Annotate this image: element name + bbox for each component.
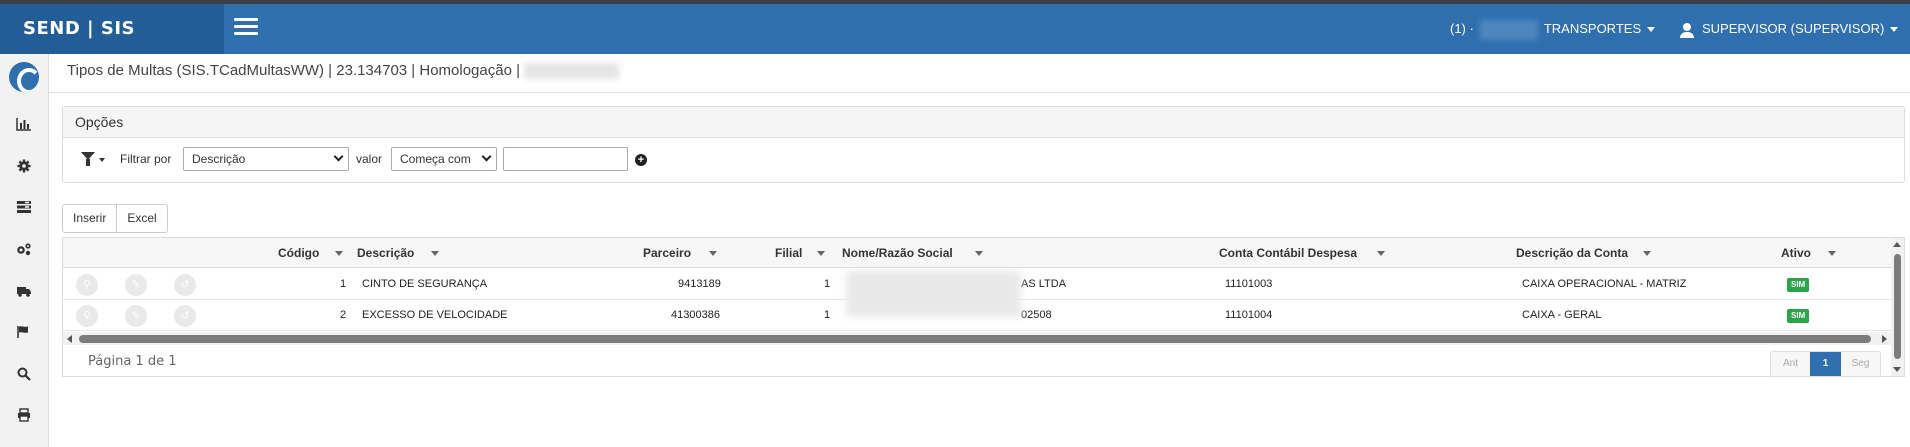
col-descricao[interactable]: Descrição: [357, 238, 414, 268]
chevron-down-icon: [333, 151, 344, 162]
sort-icon[interactable]: [1828, 251, 1836, 256]
list-icon[interactable]: [14, 199, 34, 219]
filter-row: Filtrar por Descrição valor Começa com +: [63, 147, 1904, 173]
col-nome[interactable]: Nome/Razão Social: [842, 238, 953, 268]
scroll-right-icon[interactable]: [1882, 335, 1887, 343]
status-badge: SIM: [1787, 309, 1810, 323]
excel-button[interactable]: Excel: [116, 205, 166, 232]
scroll-left-icon[interactable]: [67, 335, 72, 343]
chevron-down-icon: [481, 151, 492, 162]
horizontal-scroll-thumb[interactable]: [79, 335, 1871, 343]
filter-value-input[interactable]: [503, 147, 628, 171]
vertical-scrollbar[interactable]: [1891, 238, 1904, 376]
scroll-up-icon[interactable]: [1893, 242, 1901, 247]
cell-descricao-conta: CAIXA OPERACIONAL - MATRIZ: [1522, 278, 1687, 290]
scroll-down-icon[interactable]: [1893, 367, 1901, 372]
cell-descricao-conta: CAIXA - GERAL: [1522, 309, 1602, 321]
divider: [49, 92, 1910, 93]
gear-icon[interactable]: [14, 158, 34, 178]
filter-field-select[interactable]: Descrição: [183, 147, 349, 171]
chart-icon[interactable]: [14, 116, 34, 136]
cell-codigo: 2: [340, 309, 347, 321]
history-icon[interactable]: ↺: [174, 274, 196, 296]
vertical-scroll-thumb[interactable]: [1894, 254, 1901, 359]
gears-icon[interactable]: [14, 241, 34, 261]
sort-icon[interactable]: [817, 251, 825, 256]
brand-logo[interactable]: SEND | SIS: [0, 4, 224, 54]
col-conta[interactable]: Conta Contábil Despesa: [1219, 238, 1357, 268]
cell-conta: 11101004: [1225, 309, 1273, 321]
sort-icon[interactable]: [1643, 251, 1651, 256]
options-panel: Opções Filtrar por Descrição valor Começ…: [62, 106, 1905, 183]
sort-icon[interactable]: [975, 251, 983, 256]
caret-down-icon: [1647, 27, 1656, 33]
user-icon: [1680, 22, 1694, 38]
tenant-dropdown[interactable]: (1) · TRANSPORTES: [1450, 4, 1656, 54]
truck-icon[interactable]: [14, 283, 34, 303]
filter-by-label: Filtrar por: [120, 152, 172, 166]
app-logo-icon[interactable]: [9, 62, 39, 92]
tenant-prefix: (1) ·: [1450, 21, 1474, 36]
value-label: valor: [356, 152, 383, 166]
cell-conta: 11101003: [1225, 278, 1273, 290]
data-grid: Código Descrição Parceiro Filial Nome/Ra…: [62, 237, 1905, 377]
next-page-button[interactable]: Seg: [1841, 352, 1880, 376]
filter-icon[interactable]: [81, 152, 95, 166]
options-heading: Opções: [63, 107, 1904, 138]
prev-page-button[interactable]: Ant: [1771, 352, 1810, 376]
horizontal-scrollbar[interactable]: [63, 332, 1891, 345]
cell-parceiro: 41300386: [671, 309, 720, 321]
page-title-text: Tipos de Multas (SIS.TCadMultasWW) | 23.…: [67, 62, 520, 79]
title-redacted: [524, 63, 620, 80]
operator-value: Começa com: [400, 152, 471, 166]
cell-descricao: EXCESSO DE VELOCIDADE: [362, 309, 508, 321]
cell-nome: 02508: [1021, 309, 1052, 321]
cell-descricao: CINTO DE SEGURANÇA: [362, 278, 488, 290]
top-navbar: SEND | SIS (1) · TRANSPORTES SUPERVISOR (…: [0, 4, 1910, 54]
name-redacted: [846, 271, 1021, 317]
sort-icon[interactable]: [709, 251, 717, 256]
tenant-name: TRANSPORTES: [1543, 21, 1642, 36]
search-icon[interactable]: [14, 366, 34, 386]
caret-down-icon: [1890, 27, 1899, 33]
col-ativo[interactable]: Ativo: [1781, 238, 1811, 268]
cell-parceiro: 9413189: [678, 278, 721, 290]
col-filial[interactable]: Filial: [775, 238, 802, 268]
flag-icon[interactable]: [14, 324, 34, 344]
sort-icon[interactable]: [1377, 251, 1385, 256]
edit-icon[interactable]: ✎: [125, 305, 147, 327]
filter-field-value: Descrição: [192, 152, 246, 166]
menu-toggle-icon[interactable]: [234, 18, 258, 38]
sidebar: [0, 54, 49, 447]
caret-down-icon[interactable]: [99, 158, 105, 162]
cell-filial: 1: [824, 278, 831, 290]
col-parceiro[interactable]: Parceiro: [643, 238, 691, 268]
user-dropdown[interactable]: SUPERVISOR (SUPERVISOR): [1680, 4, 1899, 54]
user-name: SUPERVISOR (SUPERVISOR): [1702, 21, 1885, 36]
pager-info: Página 1 de 1: [88, 354, 177, 369]
add-filter-icon[interactable]: +: [635, 154, 647, 166]
pagination: Ant 1 Seg: [1770, 351, 1881, 377]
status-badge: SIM: [1787, 278, 1810, 292]
view-icon[interactable]: ⚲: [76, 305, 98, 327]
sort-icon[interactable]: [335, 251, 343, 256]
col-codigo[interactable]: Código: [278, 238, 319, 268]
print-icon[interactable]: [14, 407, 34, 427]
tenant-redacted: [1479, 19, 1538, 40]
page-title: Tipos de Multas (SIS.TCadMultasWW) | 23.…: [67, 62, 620, 80]
cell-codigo: 1: [340, 278, 347, 290]
insert-button[interactable]: Inserir: [63, 205, 116, 232]
action-buttons: Inserir Excel: [62, 204, 168, 233]
edit-icon[interactable]: ✎: [125, 274, 147, 296]
operator-select[interactable]: Começa com: [391, 147, 497, 171]
col-descricao-conta[interactable]: Descrição da Conta: [1516, 238, 1628, 268]
page-1-button[interactable]: 1: [1810, 352, 1841, 376]
history-icon[interactable]: ↺: [174, 305, 196, 327]
view-icon[interactable]: ⚲: [76, 274, 98, 296]
cell-nome: AS LTDA: [1021, 278, 1067, 290]
sort-icon[interactable]: [431, 251, 439, 256]
grid-header: Código Descrição Parceiro Filial Nome/Ra…: [63, 238, 1891, 268]
cell-filial: 1: [824, 309, 831, 321]
